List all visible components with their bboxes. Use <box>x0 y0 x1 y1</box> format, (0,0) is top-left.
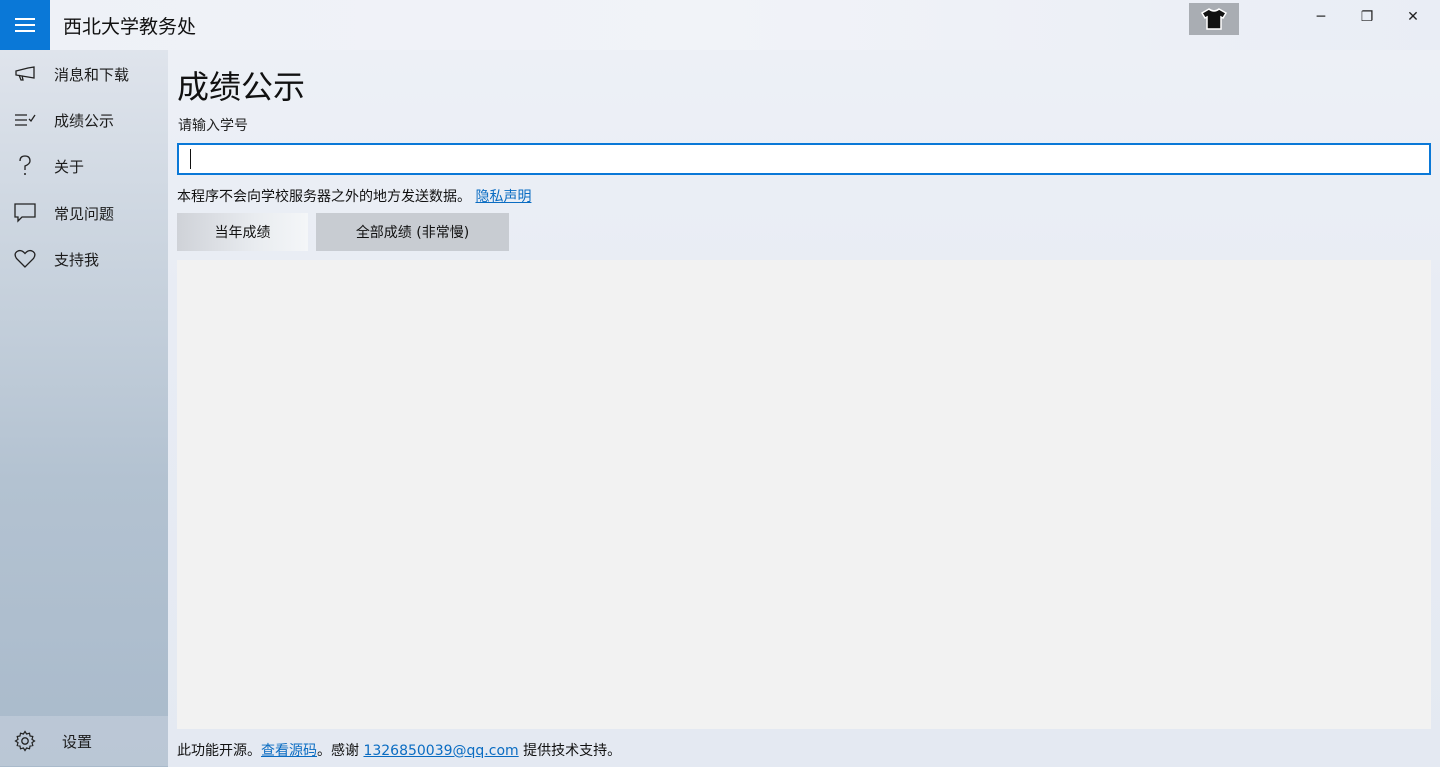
tshirt-icon <box>1201 8 1227 30</box>
footer-prefix: 此功能开源。 <box>177 743 261 759</box>
student-id-label: 请输入学号 <box>178 118 248 134</box>
chat-bubble-icon <box>0 203 50 223</box>
close-button[interactable]: ✕ <box>1390 0 1436 34</box>
hamburger-icon <box>15 18 35 20</box>
hamburger-menu-button[interactable] <box>0 0 50 50</box>
restore-button[interactable]: ❐ <box>1344 0 1390 34</box>
hamburger-icon-line <box>15 30 35 32</box>
hamburger-icon-line <box>15 24 35 26</box>
sidebar-item-settings[interactable]: 设置 <box>0 716 168 766</box>
sidebar-item-label: 设置 <box>62 732 93 751</box>
sidebar-item-faq[interactable]: 常见问题 <box>0 190 168 236</box>
current-year-grades-button[interactable]: 当年成绩 <box>177 213 308 251</box>
footer-credits: 此功能开源。查看源码。感谢 1326850039@qq.com 提供技术支持。 <box>177 740 621 760</box>
text-caret <box>190 149 191 169</box>
sidebar-item-about[interactable]: 关于 <box>0 143 168 189</box>
footer-thanks: 。感谢 <box>317 743 364 759</box>
sidebar-item-label: 常见问题 <box>54 204 115 223</box>
sidebar-item-label: 支持我 <box>54 250 100 269</box>
heart-icon <box>0 249 50 269</box>
privacy-notice-text: 本程序不会向学校服务器之外的地方发送数据。 <box>177 189 471 205</box>
page-title: 成绩公示 <box>177 68 306 106</box>
privacy-statement-link[interactable]: 隐私声明 <box>475 189 531 205</box>
sidebar: 消息和下载 成绩公示 关于 常见问题 支持我 设置 <box>0 50 168 767</box>
title-bar: 西北大学教务处 ─ ❐ ✕ <box>0 0 1440 50</box>
student-id-input[interactable] <box>177 143 1431 175</box>
results-panel <box>177 260 1431 729</box>
gear-icon <box>0 730 50 752</box>
question-icon <box>0 155 50 177</box>
sidebar-item-messages[interactable]: 消息和下载 <box>0 51 168 97</box>
megaphone-icon <box>0 66 50 82</box>
view-source-link[interactable]: 查看源码 <box>261 743 317 759</box>
theme-button[interactable] <box>1189 3 1239 35</box>
privacy-notice: 本程序不会向学校服务器之外的地方发送数据。 隐私声明 <box>177 186 531 206</box>
sidebar-item-grades[interactable]: 成绩公示 <box>0 97 168 143</box>
sidebar-item-label: 消息和下载 <box>54 65 130 84</box>
minimize-button[interactable]: ─ <box>1298 0 1344 34</box>
contributor-email-link[interactable]: 1326850039@qq.com <box>363 743 518 759</box>
sidebar-item-label: 关于 <box>54 157 85 176</box>
sidebar-item-label: 成绩公示 <box>54 111 115 130</box>
footer-suffix: 提供技术支持。 <box>518 743 622 759</box>
app-title: 西北大学教务处 <box>63 16 197 38</box>
list-check-icon <box>0 112 50 128</box>
all-grades-button[interactable]: 全部成绩 (非常慢) <box>316 213 509 251</box>
sidebar-item-support[interactable]: 支持我 <box>0 236 168 282</box>
